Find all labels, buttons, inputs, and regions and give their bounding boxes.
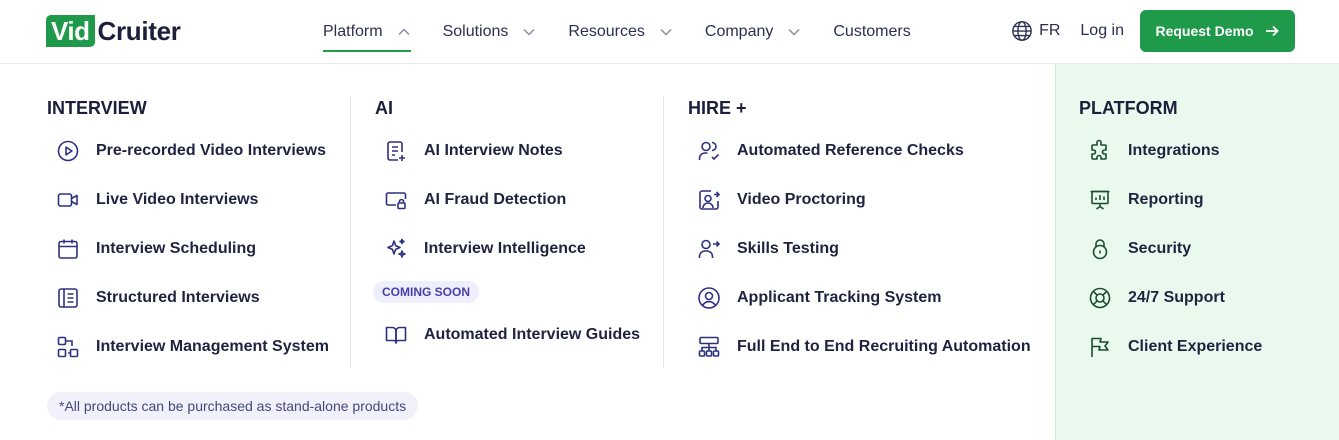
menu-item-interview-management-system[interactable]: Interview Management System bbox=[47, 333, 329, 361]
flag-icon bbox=[1087, 334, 1113, 360]
menu-item-video-proctoring[interactable]: Video Proctoring bbox=[688, 186, 866, 214]
hire-column-title: HIRE + bbox=[688, 98, 747, 118]
menu-item-structured-interviews[interactable]: Structured Interviews bbox=[47, 284, 260, 312]
nav-customers[interactable]: Customers bbox=[833, 0, 910, 64]
menu-item-label: Applicant Tracking System bbox=[737, 289, 942, 306]
sparkles-icon bbox=[383, 236, 409, 262]
menu-item-label: Security bbox=[1128, 240, 1192, 257]
note-plus-icon bbox=[383, 138, 409, 164]
menu-item-label: Client Experience bbox=[1128, 338, 1263, 355]
interview-column-title: INTERVIEW bbox=[47, 98, 147, 118]
puzzle-icon bbox=[1087, 138, 1113, 164]
nav-platform[interactable]: Platform bbox=[323, 0, 411, 64]
play-circle-icon bbox=[55, 138, 81, 164]
menu-item-pre-recorded-video-interviews[interactable]: Pre-recorded Video Interviews bbox=[47, 137, 326, 165]
chevron-down-icon bbox=[660, 28, 672, 36]
menu-item-automated-interview-guides[interactable]: Automated Interview Guides bbox=[375, 321, 640, 349]
logo-cruiter-part: Cruiter bbox=[97, 15, 181, 46]
user-circle-icon bbox=[696, 285, 722, 311]
open-book-icon bbox=[383, 322, 409, 348]
nav-company-label: Company bbox=[704, 23, 774, 40]
nav-solutions[interactable]: Solutions bbox=[443, 0, 537, 64]
ai-column-title: AI bbox=[375, 98, 393, 118]
menu-item-label: Interview Scheduling bbox=[96, 240, 257, 257]
vidcruiter-logo[interactable]: Vid Cruiter bbox=[46, 15, 181, 47]
menu-item-full-end-to-end-recruiting-automation[interactable]: Full End to End Recruiting Automation bbox=[688, 333, 1031, 361]
nav-resources-label: Resources bbox=[568, 23, 645, 40]
menu-item-label: AI Interview Notes bbox=[424, 142, 563, 159]
login-link[interactable]: Log in bbox=[1080, 22, 1124, 40]
menu-item-label: Pre-recorded Video Interviews bbox=[96, 142, 327, 159]
menu-item-label: Full End to End Recruiting Automation bbox=[737, 338, 1031, 355]
column-divider bbox=[663, 96, 664, 368]
menu-item-label: Structured Interviews bbox=[96, 289, 260, 306]
menu-item-label: Automated Interview Guides bbox=[424, 326, 641, 343]
chevron-down-icon bbox=[788, 28, 800, 36]
menu-item-label: Live Video Interviews bbox=[96, 191, 259, 208]
menu-item-automated-reference-checks[interactable]: Automated Reference Checks bbox=[688, 137, 964, 165]
menu-item-label: Skills Testing bbox=[737, 240, 839, 257]
workflow-icon bbox=[55, 334, 81, 360]
menu-item-integrations[interactable]: Integrations bbox=[1079, 137, 1220, 165]
arrow-right-icon bbox=[1265, 25, 1279, 37]
nav-resources[interactable]: Resources bbox=[568, 0, 672, 64]
menu-item-label: Automated Reference Checks bbox=[737, 142, 964, 159]
menu-item-label: Interview Management System bbox=[96, 338, 329, 355]
nav-solutions-label: Solutions bbox=[442, 23, 509, 40]
menu-item-applicant-tracking-system[interactable]: Applicant Tracking System bbox=[688, 284, 942, 312]
calendar-icon bbox=[55, 236, 81, 262]
menu-item-client-experience[interactable]: Client Experience bbox=[1079, 333, 1262, 361]
platform-column-title: PLATFORM bbox=[1079, 98, 1178, 118]
user-check-icon bbox=[696, 138, 722, 164]
hierarchy-icon bbox=[696, 334, 722, 360]
menu-item-ai-fraud-detection[interactable]: AI Fraud Detection bbox=[375, 186, 566, 214]
video-camera-icon bbox=[55, 187, 81, 213]
request-demo-button[interactable]: Request Demo bbox=[1140, 10, 1295, 52]
chevron-up-icon bbox=[398, 28, 410, 36]
menu-item-ai-interview-notes[interactable]: AI Interview Notes bbox=[375, 137, 563, 165]
menu-item-label: 24/7 Support bbox=[1128, 289, 1225, 306]
menu-item-interview-scheduling[interactable]: Interview Scheduling bbox=[47, 235, 256, 263]
book-list-icon bbox=[55, 285, 81, 311]
chevron-down-icon bbox=[523, 28, 535, 36]
menu-item-skills-testing[interactable]: Skills Testing bbox=[688, 235, 839, 263]
menu-item-security[interactable]: Security bbox=[1079, 235, 1191, 263]
screen-lock-icon bbox=[383, 187, 409, 213]
coming-soon-badge: COMING SOON bbox=[373, 281, 480, 303]
nav-platform-label: Platform bbox=[323, 23, 383, 40]
platform-mega-menu: INTERVIEW Pre-recorded Video Interviews … bbox=[0, 64, 1339, 440]
user-screen-icon bbox=[696, 187, 722, 213]
menu-item-label: Interview Intelligence bbox=[424, 240, 586, 257]
padlock-icon bbox=[1087, 236, 1113, 262]
menu-item-reporting[interactable]: Reporting bbox=[1079, 186, 1204, 214]
language-switcher[interactable]: FR bbox=[1011, 20, 1060, 42]
menu-item-interview-intelligence[interactable]: Interview Intelligence bbox=[375, 235, 586, 263]
lifebuoy-icon bbox=[1087, 285, 1113, 311]
request-demo-label: Request Demo bbox=[1155, 23, 1254, 39]
logo-vid-part: Vid bbox=[46, 15, 96, 47]
user-arrow-icon bbox=[696, 236, 722, 262]
site-header: Vid Cruiter Platform Solutions Resources… bbox=[0, 0, 1339, 64]
column-divider bbox=[350, 96, 351, 368]
header-actions: FR Log in Request Demo bbox=[1011, 10, 1295, 52]
menu-item-24-7-support[interactable]: 24/7 Support bbox=[1079, 284, 1225, 312]
menu-item-label: AI Fraud Detection bbox=[424, 191, 567, 208]
menu-item-label: Integrations bbox=[1128, 142, 1220, 159]
nav-customers-label: Customers bbox=[833, 23, 911, 40]
language-label: FR bbox=[1039, 22, 1061, 39]
main-nav: Platform Solutions Resources Company Cus… bbox=[323, 0, 943, 64]
stand-alone-footnote: *All products can be purchased as stand-… bbox=[47, 392, 419, 420]
menu-item-label: Reporting bbox=[1128, 191, 1204, 208]
menu-item-label: Video Proctoring bbox=[737, 191, 866, 208]
nav-company[interactable]: Company bbox=[705, 0, 801, 64]
menu-item-live-video-interviews[interactable]: Live Video Interviews bbox=[47, 186, 258, 214]
presentation-chart-icon bbox=[1087, 187, 1113, 213]
globe-icon bbox=[1012, 21, 1032, 41]
